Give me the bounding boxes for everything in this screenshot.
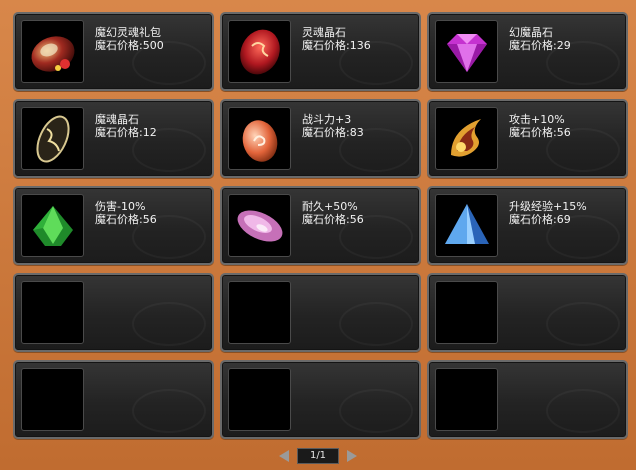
item-price: 魔石价格:29 [509,39,571,52]
item-name: 魔魂晶石 [95,113,139,126]
purple-diamond-icon [446,33,487,72]
item-slot[interactable] [435,194,498,257]
empty-slot[interactable] [228,368,291,431]
item-price: 魔石价格:56 [95,213,157,226]
item-name: 攻击+10% [509,113,565,126]
empty-item-cell[interactable] [220,273,421,352]
shop-item[interactable]: 攻击+10% 魔石价格:56 [427,99,628,178]
item-name: 伤害-10% [95,200,146,213]
item-slot[interactable] [228,194,291,257]
item-info: 灵魂晶石 魔石价格:136 [302,26,371,52]
empty-item-cell[interactable] [13,273,214,352]
item-info: 魔幻灵魂礼包 魔石价格:500 [95,26,164,52]
item-info: 耐久+50% 魔石价格:56 [302,200,364,226]
item-slot[interactable] [21,107,84,170]
item-info: 战斗力+3 魔石价格:83 [302,113,364,139]
item-info: 幻魔晶石 魔石价格:29 [509,26,571,52]
item-price: 魔石价格:56 [509,126,571,139]
shop-item[interactable]: 战斗力+3 魔石价格:83 [220,99,421,178]
item-name: 灵魂晶石 [302,26,346,39]
item-slot[interactable] [228,107,291,170]
shop-item[interactable]: 魔魂晶石 魔石价格:12 [13,99,214,178]
empty-item-cell[interactable] [13,360,214,439]
item-name: 耐久+50% [302,200,358,213]
empty-slot[interactable] [228,281,291,344]
pink-crystal-icon [237,209,282,242]
orange-swirl-stone-icon [242,119,277,162]
item-slot[interactable] [228,20,291,83]
blue-pyramid-crystal-icon [444,203,489,244]
empty-item-cell[interactable] [427,273,628,352]
empty-item-cell[interactable] [427,360,628,439]
item-info: 伤害-10% 魔石价格:56 [95,200,157,226]
item-slot[interactable] [435,20,498,83]
gift-bag-icon [31,35,74,72]
shop-panel: 魔幻灵魂礼包 魔石价格:500 灵魂晶石 魔石价格:136 幻魔晶石 魔石价格:… [0,0,636,470]
item-price: 魔石价格:136 [302,39,371,52]
item-info: 攻击+10% 魔石价格:56 [509,113,571,139]
item-info: 升级经验+15% 魔石价格:69 [509,200,587,226]
item-info: 魔魂晶石 魔石价格:12 [95,113,157,139]
shop-item[interactable]: 灵魂晶石 魔石价格:136 [220,12,421,91]
item-slot[interactable] [435,107,498,170]
pagination: 1/1 [0,446,636,466]
empty-slot[interactable] [21,368,84,431]
empty-slot[interactable] [21,281,84,344]
shop-item[interactable]: 魔幻灵魂礼包 魔石价格:500 [13,12,214,91]
item-price: 魔石价格:56 [302,213,364,226]
dark-rune-stone-icon [35,115,70,162]
item-price: 魔石价格:500 [95,39,164,52]
item-name: 战斗力+3 [302,113,352,126]
shop-item[interactable]: 耐久+50% 魔石价格:56 [220,186,421,265]
red-soul-crystal-icon [239,29,280,74]
shop-item[interactable]: 伤害-10% 魔石价格:56 [13,186,214,265]
prev-page-arrow-icon[interactable] [279,450,289,462]
item-price: 魔石价格:69 [509,213,571,226]
shop-item[interactable]: 幻魔晶石 魔石价格:29 [427,12,628,91]
item-name: 升级经验+15% [509,200,587,213]
item-slot[interactable] [21,194,84,257]
page-indicator: 1/1 [297,448,339,464]
item-price: 魔石价格:12 [95,126,157,139]
empty-item-cell[interactable] [220,360,421,439]
item-grid: 魔幻灵魂礼包 魔石价格:500 灵魂晶石 魔石价格:136 幻魔晶石 魔石价格:… [13,12,628,442]
item-name: 幻魔晶石 [509,26,553,39]
item-name: 魔幻灵魂礼包 [95,26,161,39]
gold-flame-amulet-icon [450,118,481,157]
empty-slot[interactable] [435,368,498,431]
green-gem-icon [32,205,73,246]
shop-item[interactable]: 升级经验+15% 魔石价格:69 [427,186,628,265]
next-page-arrow-icon[interactable] [347,450,357,462]
item-price: 魔石价格:83 [302,126,364,139]
empty-slot[interactable] [435,281,498,344]
item-slot[interactable] [21,20,84,83]
